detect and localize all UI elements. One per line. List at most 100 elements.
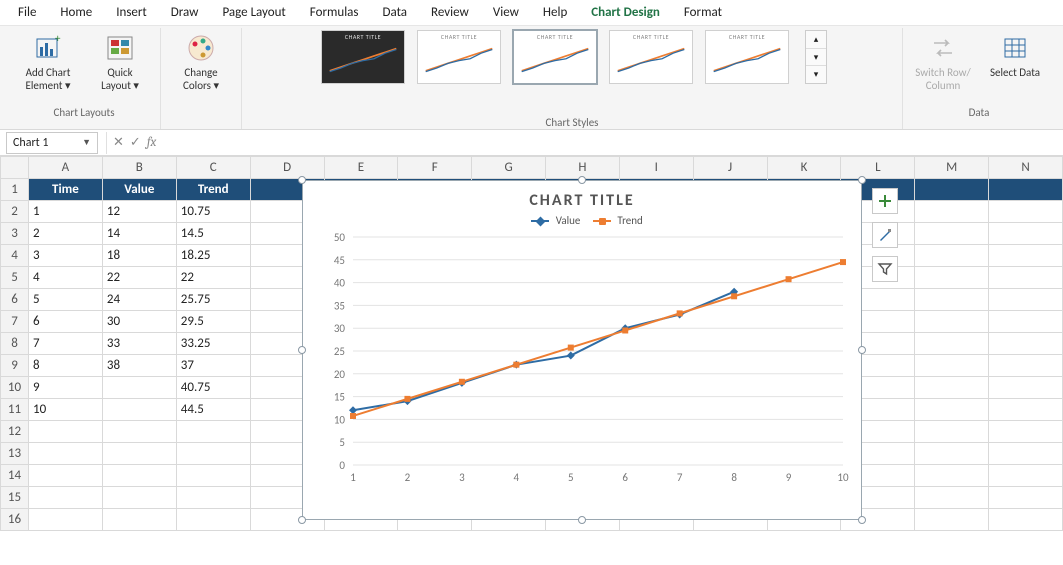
row-header[interactable]: 15 — [1, 487, 29, 509]
row-header[interactable]: 2 — [1, 201, 29, 223]
chart-style-thumb[interactable]: CHART TITLE — [609, 30, 693, 84]
embedded-chart[interactable]: CHART TITLE Value Trend 0510152025303540… — [302, 180, 862, 520]
menu-item-view[interactable]: View — [481, 3, 531, 22]
cell[interactable]: Trend — [176, 179, 250, 201]
cell[interactable]: 33 — [102, 333, 176, 355]
cell[interactable] — [989, 399, 1063, 421]
cell[interactable]: 12 — [102, 201, 176, 223]
add-chart-element-button[interactable]: + Add Chart Element ▾ — [18, 30, 78, 94]
cell[interactable]: 44.5 — [176, 399, 250, 421]
cell[interactable] — [28, 465, 102, 487]
cell[interactable] — [102, 465, 176, 487]
menu-item-page-layout[interactable]: Page Layout — [210, 3, 297, 22]
row-header[interactable]: 10 — [1, 377, 29, 399]
cell[interactable] — [989, 223, 1063, 245]
cell[interactable] — [102, 377, 176, 399]
column-header[interactable]: F — [398, 157, 472, 179]
cell[interactable]: 22 — [102, 267, 176, 289]
cell[interactable] — [102, 509, 176, 531]
column-header[interactable]: M — [915, 157, 989, 179]
row-header[interactable]: 1 — [1, 179, 29, 201]
cell[interactable] — [102, 399, 176, 421]
cell[interactable]: 18.25 — [176, 245, 250, 267]
cell[interactable] — [915, 179, 989, 201]
column-header[interactable]: G — [472, 157, 546, 179]
cell[interactable] — [915, 443, 989, 465]
cell[interactable] — [989, 201, 1063, 223]
cell[interactable] — [915, 487, 989, 509]
menu-item-insert[interactable]: Insert — [104, 3, 159, 22]
cell[interactable] — [915, 267, 989, 289]
styles-scroll-up[interactable]: ▴ — [806, 31, 826, 49]
menu-item-formulas[interactable]: Formulas — [298, 3, 371, 22]
formula-input[interactable] — [162, 132, 1063, 154]
row-header[interactable]: 7 — [1, 311, 29, 333]
cell[interactable] — [915, 377, 989, 399]
resize-handle[interactable] — [298, 176, 306, 184]
column-header[interactable]: C — [176, 157, 250, 179]
cell[interactable]: 37 — [176, 355, 250, 377]
cell[interactable] — [102, 443, 176, 465]
chart-plot-area[interactable]: 0510152025303540455012345678910 — [303, 231, 863, 493]
chart-style-thumb[interactable]: CHART TITLE — [705, 30, 789, 84]
resize-handle[interactable] — [858, 346, 866, 354]
cell[interactable] — [989, 289, 1063, 311]
row-header[interactable]: 3 — [1, 223, 29, 245]
cell[interactable] — [28, 443, 102, 465]
cell[interactable] — [28, 487, 102, 509]
name-box[interactable]: Chart 1 ▼ — [6, 132, 98, 154]
column-header[interactable]: A — [28, 157, 102, 179]
column-header[interactable]: N — [989, 157, 1063, 179]
cell[interactable]: 5 — [28, 289, 102, 311]
cancel-icon[interactable]: ✕ — [113, 135, 124, 150]
cell[interactable] — [102, 421, 176, 443]
cell[interactable]: 6 — [28, 311, 102, 333]
cell[interactable]: 2 — [28, 223, 102, 245]
change-colors-button[interactable]: Change Colors ▾ — [171, 30, 231, 94]
menu-item-file[interactable]: File — [6, 3, 48, 22]
cell[interactable] — [989, 487, 1063, 509]
row-header[interactable]: 13 — [1, 443, 29, 465]
cell[interactable] — [989, 509, 1063, 531]
row-header[interactable]: 8 — [1, 333, 29, 355]
cell[interactable] — [176, 465, 250, 487]
cell[interactable]: Value — [102, 179, 176, 201]
row-header[interactable]: 14 — [1, 465, 29, 487]
row-header[interactable]: 4 — [1, 245, 29, 267]
cell[interactable] — [915, 223, 989, 245]
cell[interactable] — [915, 311, 989, 333]
chart-elements-button[interactable] — [872, 188, 898, 214]
cell[interactable]: 22 — [176, 267, 250, 289]
chart-filters-button[interactable] — [872, 256, 898, 282]
resize-handle[interactable] — [298, 346, 306, 354]
column-header[interactable]: D — [250, 157, 324, 179]
row-header[interactable]: 16 — [1, 509, 29, 531]
cell[interactable] — [176, 487, 250, 509]
resize-handle[interactable] — [298, 516, 306, 524]
cell[interactable] — [915, 245, 989, 267]
cell[interactable] — [915, 465, 989, 487]
menu-item-help[interactable]: Help — [531, 3, 579, 22]
cell[interactable]: 25.75 — [176, 289, 250, 311]
cell[interactable]: 14.5 — [176, 223, 250, 245]
cell[interactable] — [989, 355, 1063, 377]
menu-item-review[interactable]: Review — [419, 3, 481, 22]
column-header[interactable]: K — [767, 157, 841, 179]
fx-icon[interactable]: fx — [147, 135, 157, 150]
row-header[interactable]: 11 — [1, 399, 29, 421]
row-header[interactable]: 9 — [1, 355, 29, 377]
cell[interactable]: 10 — [28, 399, 102, 421]
row-header[interactable]: 5 — [1, 267, 29, 289]
cell[interactable] — [176, 443, 250, 465]
select-data-button[interactable]: Select Data — [985, 30, 1045, 81]
styles-gallery-expand[interactable]: ▾ — [806, 66, 826, 83]
cell[interactable] — [176, 509, 250, 531]
chart-style-thumb[interactable]: CHART TITLE — [417, 30, 501, 84]
resize-handle[interactable] — [858, 176, 866, 184]
cell[interactable] — [915, 509, 989, 531]
enter-icon[interactable]: ✓ — [130, 135, 141, 150]
cell[interactable]: 8 — [28, 355, 102, 377]
chart-style-thumb[interactable]: CHART TITLE — [321, 30, 405, 84]
row-header[interactable]: 12 — [1, 421, 29, 443]
menu-item-data[interactable]: Data — [371, 3, 420, 22]
